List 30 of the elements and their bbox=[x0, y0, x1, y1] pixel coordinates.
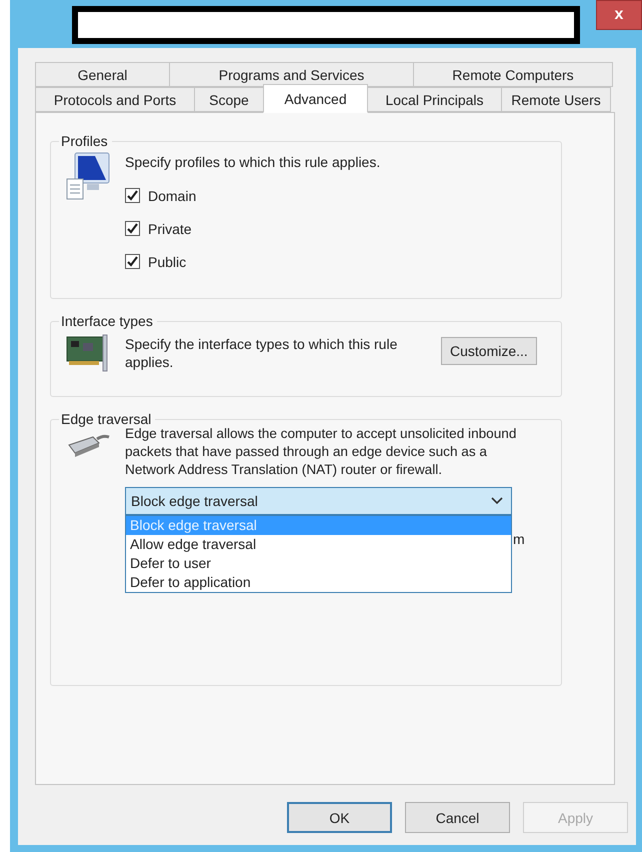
dialog-button[interactable]: OK bbox=[287, 802, 392, 833]
dropdown-option[interactable]: Allow edge traversal bbox=[126, 535, 511, 554]
tab[interactable]: Local Principals bbox=[367, 87, 502, 112]
description-text: Edge traversal allows the computer to accept unsolicited inbound packets that have passed through an edge device such as a Network Address Translation (NAT) router or firewall. bbox=[125, 425, 518, 479]
checkbox-label[interactable]: Private bbox=[125, 212, 380, 245]
group-title: Profiles bbox=[60, 133, 109, 149]
checkbox[interactable] bbox=[125, 188, 140, 203]
customize-button[interactable]: Customize... bbox=[441, 337, 537, 365]
description-text: Specify the interface types to which this rule applies. bbox=[125, 335, 398, 371]
description-text: Specify profiles to which this rule applies. bbox=[125, 153, 380, 171]
tab[interactable]: Remote Computers bbox=[413, 62, 613, 87]
partial-text: m bbox=[513, 531, 525, 547]
checkbox[interactable] bbox=[125, 254, 140, 269]
dropdown-option[interactable]: Defer to user bbox=[126, 554, 511, 573]
chevron-down-icon bbox=[491, 497, 503, 505]
tab[interactable]: Scope bbox=[194, 87, 264, 112]
checkbox-label[interactable]: Public bbox=[125, 245, 380, 278]
tab[interactable]: Protocols and Ports bbox=[35, 87, 195, 112]
tab[interactable]: General bbox=[35, 62, 170, 87]
dropdown[interactable]: Block edge traversal bbox=[125, 487, 512, 515]
tab[interactable]: Remote Users bbox=[501, 87, 611, 112]
tab[interactable]: Programs and Services bbox=[169, 62, 414, 87]
close-button[interactable]: x bbox=[596, 0, 642, 30]
group-title: Edge traversal bbox=[60, 411, 152, 427]
dialog-button[interactable]: Cancel bbox=[405, 802, 510, 833]
dropdown-option[interactable]: Defer to application bbox=[126, 573, 511, 592]
checkbox-label[interactable]: Domain bbox=[125, 179, 380, 212]
group-title: Interface types bbox=[60, 313, 154, 329]
checkbox[interactable] bbox=[125, 221, 140, 236]
tab[interactable]: Advanced bbox=[263, 84, 368, 113]
